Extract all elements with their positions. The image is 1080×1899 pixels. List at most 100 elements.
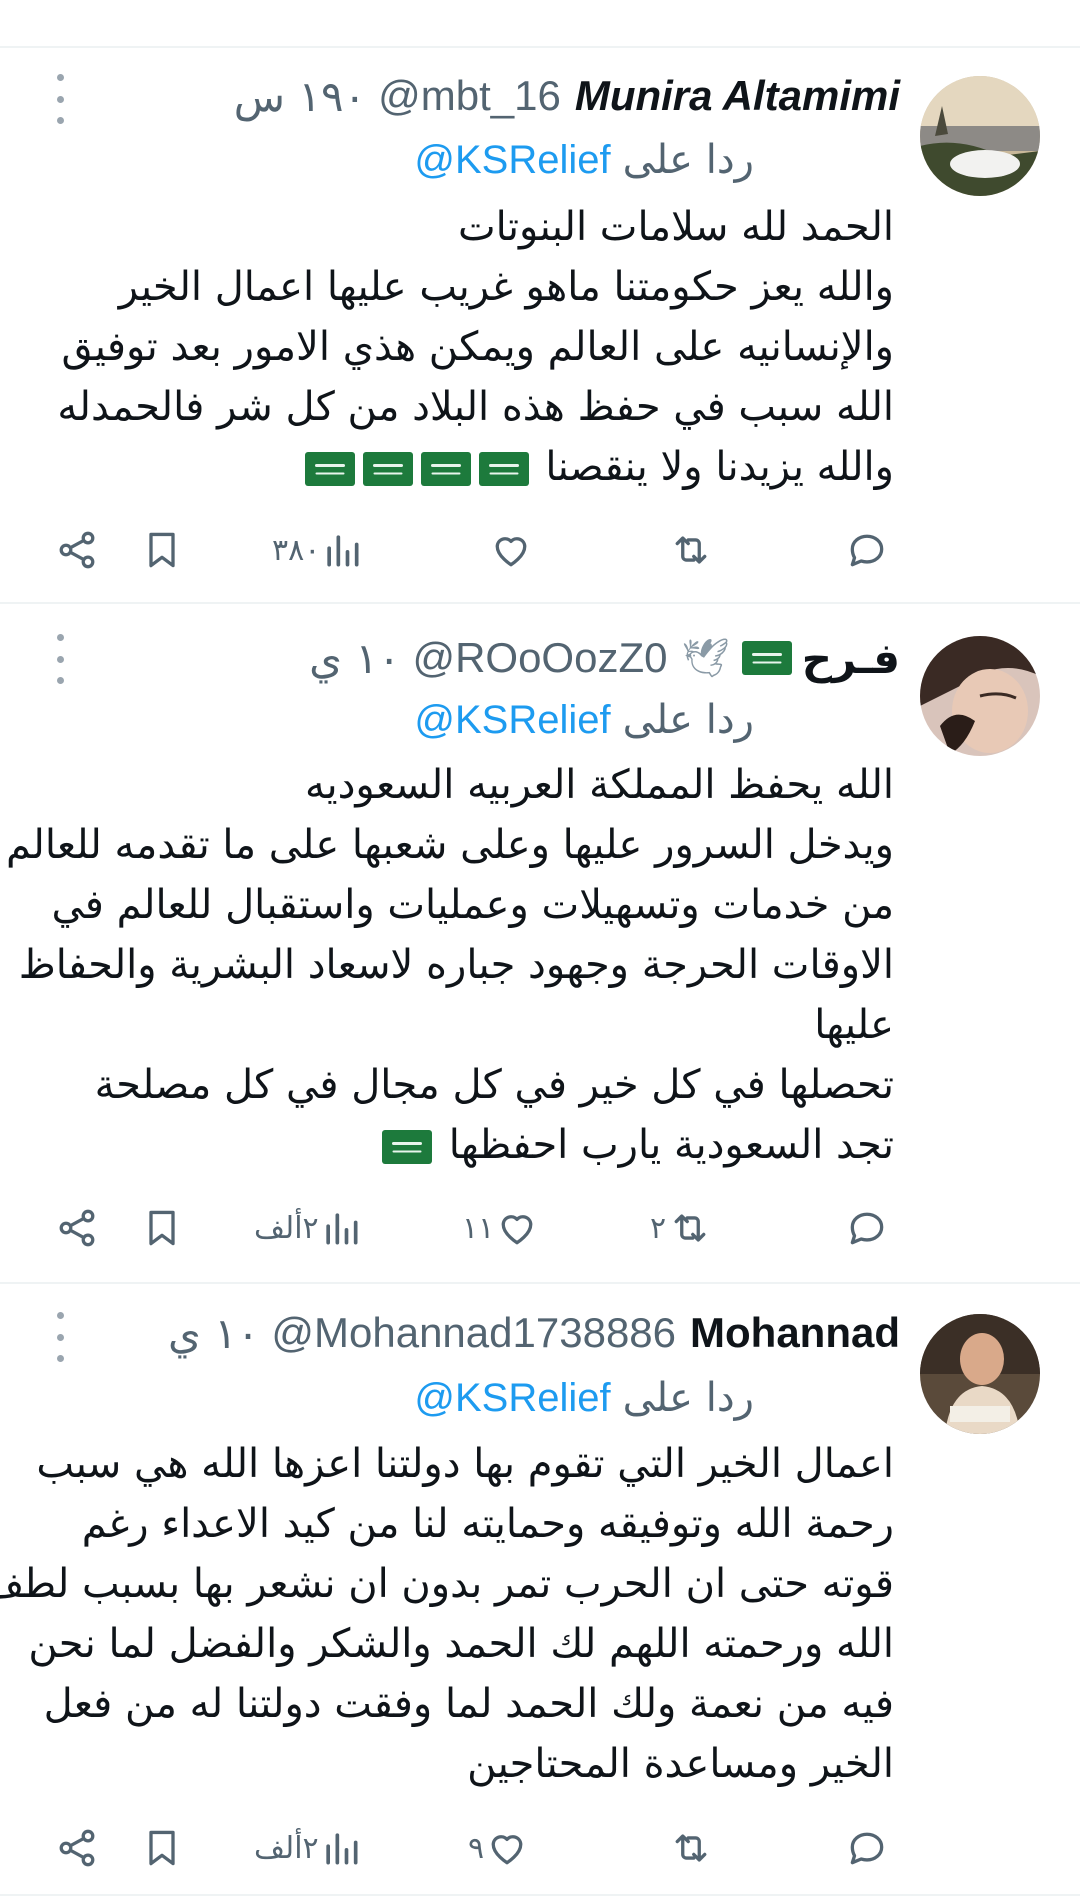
- reply-bubble-icon: [850, 1212, 884, 1245]
- reply-prefix: ردا على: [622, 1375, 754, 1421]
- bookmark-icon: [149, 1830, 175, 1866]
- top-divider: [0, 46, 1080, 48]
- tweet-line: الخير ومساعدة المحتاجين: [467, 1741, 894, 1787]
- views-button[interactable]: ٢ألف: [254, 1198, 363, 1258]
- tweet-line: الله سبب في حفظ هذه البلاد من كل شر فالح…: [57, 384, 894, 430]
- reply-context: ردا على @KSRelief: [414, 694, 754, 746]
- reply-bubble-icon: [850, 534, 884, 567]
- tweet-line: فيه من نعمة ولك الحمد لما وفقت دولتنا له…: [43, 1681, 894, 1727]
- tweet-line-with-flags: تجد السعودية يارب احفظها: [44, 1115, 894, 1175]
- share-icon: [59, 1209, 95, 1247]
- share-icon: [59, 531, 95, 569]
- reply-button[interactable]: [845, 1818, 889, 1878]
- timestamp[interactable]: ١٠ ي: [168, 1309, 259, 1358]
- bookmark-button[interactable]: [140, 520, 184, 580]
- tweet-line: والله يعز حكومتنا ماهو غريب عليها اعمال …: [118, 264, 894, 310]
- tweet-line: رحمة الله وتوفيقه وحمايته لنا من كيد الا…: [81, 1501, 894, 1547]
- bookmark-button[interactable]: [140, 1198, 184, 1258]
- tweet-divider: [0, 1282, 1080, 1284]
- share-button[interactable]: [55, 520, 99, 580]
- tweet-body: الحمد لله سلامات البنوتات والله يعز حكوم…: [44, 197, 894, 497]
- reply-button[interactable]: [845, 1198, 889, 1258]
- tweet-line: اعمال الخير التي تقوم بها دولتنا اعزها ا…: [36, 1441, 894, 1487]
- like-count: ٩: [468, 1830, 485, 1866]
- display-name[interactable]: Munira Altamimi: [575, 72, 900, 120]
- tweet-divider: [0, 1894, 1080, 1896]
- bookmark-icon: [149, 1210, 175, 1246]
- heart-icon: [495, 537, 527, 567]
- display-name[interactable]: Mohannad: [690, 1309, 900, 1357]
- reply-button[interactable]: [845, 520, 889, 580]
- timestamp[interactable]: ١٩٠ س: [234, 72, 366, 121]
- reply-mention-link[interactable]: @KSRelief: [414, 1376, 610, 1421]
- views-chart-icon: [325, 1833, 358, 1865]
- tweet-line: الله ورحمته اللهم لك الحمد والشكر والفضل…: [28, 1621, 894, 1667]
- saudi-flag-emoji: [382, 1130, 433, 1164]
- saudi-flag-emoji: [478, 452, 529, 486]
- saudi-flag-emoji: [304, 452, 355, 486]
- like-button[interactable]: ٩: [468, 1818, 530, 1878]
- action-bar: ٢ ١١ ٢ألف: [0, 1198, 1080, 1258]
- handle[interactable]: @Mohannad1738886: [271, 1309, 676, 1357]
- saudi-flag-emoji: [362, 452, 413, 486]
- heart-icon: [501, 1215, 533, 1245]
- reply-mention-link[interactable]: @KSRelief: [414, 698, 610, 743]
- tweet-header: فـرح 🕊 @ROoOozZ0 ١٠ ي: [309, 630, 900, 686]
- views-count: ٢ألف: [254, 1210, 319, 1246]
- share-icon: [59, 1829, 95, 1867]
- saudi-flag-emoji: [741, 641, 792, 675]
- tweet-body: الله يحفظ المملكة العربيه السعوديه ويدخل…: [6, 755, 894, 1175]
- retweet-button[interactable]: ٢: [650, 1198, 714, 1258]
- views-chart-icon: [327, 535, 359, 567]
- avatar[interactable]: [920, 76, 1040, 196]
- tweet-header: Munira Altamimi @mbt_16 ١٩٠ س: [234, 68, 900, 124]
- more-vertical-icon[interactable]: [48, 1312, 72, 1362]
- tweet-line: الله يحفظ المملكة العربيه السعوديه: [305, 762, 894, 808]
- reply-bubble-icon: [850, 1832, 884, 1865]
- retweet-icon: [674, 1214, 706, 1242]
- dove-emoji: 🕊: [681, 635, 730, 680]
- more-vertical-icon[interactable]: [48, 634, 72, 684]
- reply-prefix: ردا على: [622, 137, 754, 183]
- action-bar: ٣٨٠: [0, 520, 1080, 580]
- tweet-divider: [0, 602, 1080, 604]
- views-count: ٢ألف: [254, 1830, 319, 1866]
- tweet-line: الاوقات الحرجة وجهود جباره لاسعاد البشري…: [18, 942, 894, 988]
- tweet-line: عليها: [814, 1002, 894, 1048]
- tweet-line: والإنسانيه على العالم ويمكن هذي الامور ب…: [61, 324, 894, 370]
- reply-context: ردا على @KSRelief: [414, 134, 754, 186]
- heart-icon: [491, 1835, 523, 1865]
- tweet-line: تجد السعودية يارب احفظها: [448, 1122, 894, 1168]
- bookmark-icon: [149, 532, 175, 568]
- tweet-line: ويدخل السرور عليها وعلى شعبها على ما تقد…: [6, 822, 894, 868]
- action-bar: ٩ ٢ألف: [0, 1818, 1080, 1878]
- like-button[interactable]: [488, 520, 534, 580]
- retweet-button[interactable]: [667, 1818, 715, 1878]
- tweet-line: الحمد لله سلامات البنوتات: [458, 204, 894, 250]
- like-button[interactable]: ١١: [462, 1198, 540, 1258]
- bookmark-button[interactable]: [140, 1818, 184, 1878]
- share-button[interactable]: [55, 1818, 99, 1878]
- avatar[interactable]: [920, 1314, 1040, 1434]
- handle[interactable]: @ROoOozZ0: [412, 634, 667, 682]
- share-button[interactable]: [55, 1198, 99, 1258]
- retweet-count: ٢: [650, 1210, 667, 1246]
- avatar[interactable]: [920, 636, 1040, 756]
- retweet-icon: [675, 536, 707, 564]
- tweet-line: تحصلها في كل خير في كل مجال في كل مصلحة: [94, 1062, 894, 1108]
- views-button[interactable]: ٣٨٠: [272, 520, 364, 580]
- retweet-button[interactable]: [667, 520, 715, 580]
- views-chart-icon: [325, 1213, 358, 1245]
- retweet-icon: [675, 1834, 707, 1862]
- timestamp[interactable]: ١٠ ي: [309, 634, 400, 683]
- handle[interactable]: @mbt_16: [378, 72, 561, 120]
- tweet-header: Mohannad @Mohannad1738886 ١٠ ي: [168, 1305, 900, 1361]
- views-button[interactable]: ٢ألف: [254, 1818, 363, 1878]
- reply-mention-link[interactable]: @KSRelief: [414, 138, 610, 183]
- reply-prefix: ردا على: [622, 697, 754, 743]
- saudi-flag-emoji: [420, 452, 471, 486]
- tweet-body: اعمال الخير التي تقوم بها دولتنا اعزها ا…: [0, 1434, 894, 1794]
- display-name[interactable]: فـرح: [802, 634, 900, 683]
- like-count: ١١: [462, 1210, 495, 1246]
- more-vertical-icon[interactable]: [48, 74, 72, 124]
